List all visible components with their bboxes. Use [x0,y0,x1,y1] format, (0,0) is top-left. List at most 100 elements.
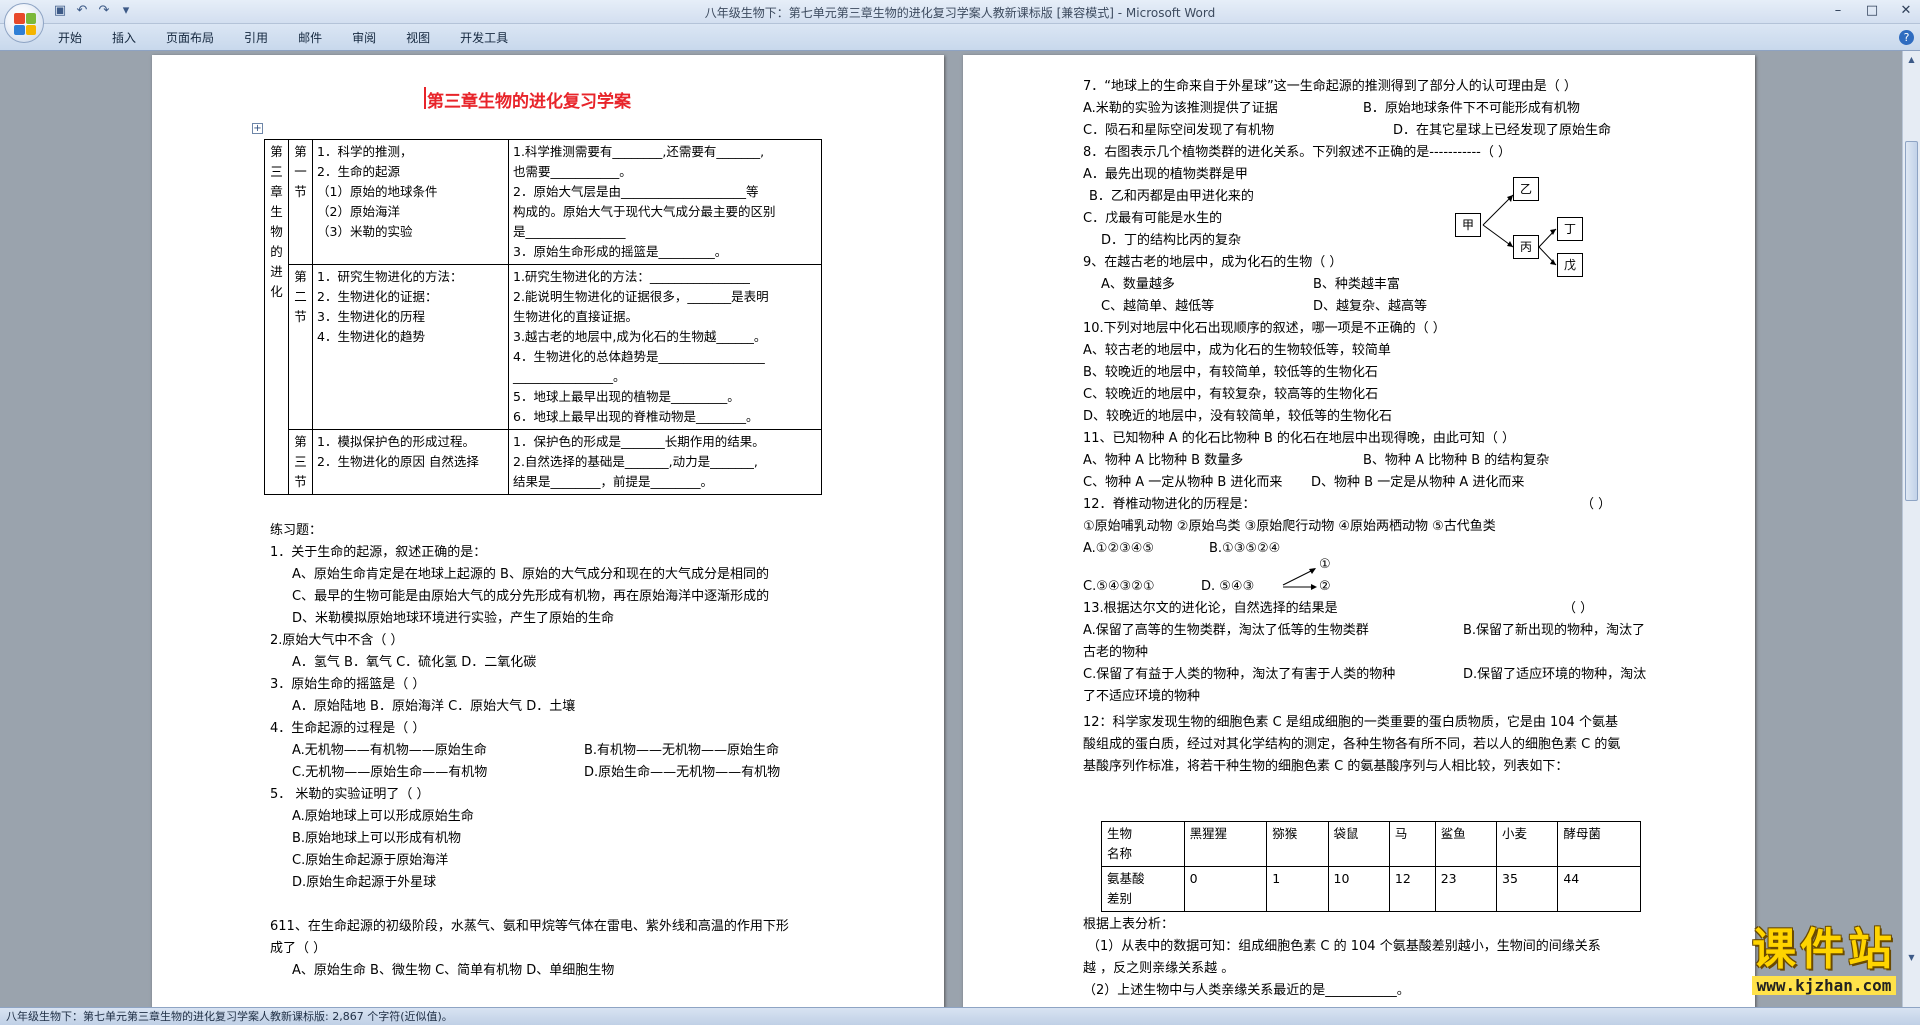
close-icon[interactable]: ✕ [1896,2,1916,20]
window-title: 八年级生物下：第七单元第三章生物的进化复习学案人教新课标版 [兼容模式] - M… [704,6,1216,20]
minimize-icon[interactable]: – [1828,2,1848,20]
analysis-line: （1）从表中的数据可知：组成细胞色素 C 的 104 个氨基酸差别越小，生物间的… [1087,939,1601,954]
branch-arrows [1282,568,1317,590]
status-bar: 八年级生物下：第七单元第三章生物的进化复习学案人教新课标版: 2,867 个字符… [0,1007,1920,1025]
option-line: B.有机物——无机物——原始生命 [584,743,780,758]
office-logo-icon [14,13,36,35]
option-line: D．在其它星球上已经发现了原始生命 [1393,123,1612,138]
table-line: 2．原始大气层是由____________________等 [513,184,759,199]
tab-page-layout[interactable]: 页面布局 [166,29,214,46]
option-line: A、较古老的地层中，成为化石的生物较低等，较简单 [1083,343,1391,358]
tab-view[interactable]: 视图 [406,29,430,46]
table-header-cell: 酵母菌 [1557,821,1641,867]
answer-bracket: （ ） [1563,601,1594,616]
question-line: 9、在越古老的地层中，成为化石的生物（ ） [1083,255,1343,270]
tab-home[interactable]: 开始 [58,29,82,46]
diagram-node-ding: 丁 [1557,217,1583,241]
section-2-questions: 1.研究生物进化的方法：________________ 2.能说明生物进化的证… [508,264,822,430]
table-line: 1.科学推测需要有________,还需要有_______, [513,144,765,159]
table-cell: 1 [1266,866,1329,912]
table-header-cell: 袋鼠 [1327,821,1390,867]
table-line: （2）原始海洋 [317,204,400,219]
question-line: 1．关于生命的起源，叙述正确的是： [270,545,487,560]
table-cell-text: 生物 [1107,826,1133,841]
tab-developer[interactable]: 开发工具 [460,29,508,46]
table-line: 5．地球上最早出现的植物是_________。 [513,389,740,404]
section-1-name: 第 一 节 [288,139,313,265]
option-line: A、原始生命肯定是在地球上起源的 B、原始的大气成分和现在的大气成分是相同的 [292,567,769,582]
option-line: D、米勒模拟原始地球环境进行实验，产生了原始的生命 [292,611,615,626]
question-line: 2.原始大气中不含（ ） [270,633,404,648]
table-header-cell: 生物 名称 [1101,821,1185,867]
table-line: 2.能说明生物进化的证据很多，_______是表明 [513,289,769,304]
text-cursor [424,87,426,109]
option-line: B．乙和丙都是由甲进化来的 [1089,189,1254,204]
option-line: D、越复杂、越高等 [1313,299,1428,314]
option-line: C.⑤④③②① [1083,579,1155,594]
table-line: 3．生物进化的历程 [317,309,425,324]
option-line: A、数量越多 [1101,277,1175,292]
tab-mailings[interactable]: 邮件 [298,29,322,46]
help-icon[interactable]: ? [1899,30,1914,45]
option-line: B.①③⑤②④ [1209,541,1281,556]
table-cell: 12 [1388,866,1436,912]
tab-insert[interactable]: 插入 [112,29,136,46]
option-line: D．丁的结构比丙的复杂 [1101,233,1242,248]
analysis-line: 根据上表分析： [1083,917,1175,932]
maximize-icon[interactable]: □ [1862,2,1882,20]
question-line: 5． 米勒的实验证明了（ ） [270,787,430,802]
vertical-scrollbar[interactable]: ▲ ▼ [1902,51,1920,1007]
section-3-topics: 1．模拟保护色的形成过程。 2．生物进化的原因 自然选择 [312,429,509,495]
option-line: A.①②③④⑤ [1083,541,1155,556]
table-cell: 44 [1557,866,1641,912]
section-char: 三 [294,454,307,469]
option-line: D. ⑤④③ [1201,579,1255,594]
analysis-line: 越 ，反之则亲缘关系越 。 [1083,961,1235,976]
table-line: 3.越古老的地层中,成为化石的生物越______。 [513,329,767,344]
option-line: B、较晚近的地层中，有较简单，较低等的生物化石 [1083,365,1378,380]
table-header-cell: 猕猴 [1266,821,1329,867]
question-line: 8．右图表示几个植物类群的进化关系。下列叙述不正确的是-----------（ … [1083,145,1512,160]
section-3-name: 第 三 节 [288,429,313,495]
title-bar: ▣ ↶ ↷ ▾ 八年级生物下：第七单元第三章生物的进化复习学案人教新课标版 [兼… [0,0,1920,24]
scroll-up-icon[interactable]: ▲ [1905,53,1918,67]
watermark-logo: 课件站 www.kjzhan.com [1752,926,1896,995]
option-line: A、原始生命 B、微生物 C、简单有机物 D、单细胞生物 [292,963,615,978]
cytochrome-table: 生物 名称 黑猩猩 猕猴 袋鼠 马 鲨鱼 小麦 酵母菌 氨基酸 差别 0 1 1… [1101,821,1641,912]
table-line: 1.研究生物进化的方法：________________ [513,269,750,284]
tab-review[interactable]: 审阅 [352,29,376,46]
chapter-char: 物 [270,224,283,239]
ribbon: 开始 插入 页面布局 引用 邮件 审阅 视图 开发工具 ? [0,24,1920,51]
document-page-1[interactable]: 第三章生物的进化复习学案 + 第 三 章 生 物 的 进 化 第 一 节 1．科… [152,55,944,1007]
table-line: 1．模拟保护色的形成过程。 [317,434,475,449]
option-line: B．原始地球条件下不可能形成有机物 [1363,101,1580,116]
chapter-char: 化 [270,284,283,299]
table-cell: 10 [1327,866,1390,912]
option-line: A.保留了高等的生物类群，淘汰了低等的生物类群 [1083,623,1369,638]
table-move-handle-icon[interactable]: + [252,123,263,134]
option-line: D.原始生命起源于外星球 [292,875,437,890]
page-title: 第三章生物的进化复习学案 [427,92,631,112]
table-line: 1．保护色的形成是_______长期作用的结果。 [513,434,765,449]
option-line: C、越简单、越低等 [1101,299,1215,314]
section-char: 一 [294,164,307,179]
table-line: 2．生物进化的原因 自然选择 [317,454,479,469]
tab-references[interactable]: 引用 [244,29,268,46]
scrollbar-thumb[interactable] [1905,141,1918,501]
option-line: D、较晚近的地层中，没有较简单，较低等的生物化石 [1083,409,1393,424]
option-line: A.无机物——有机物——原始生命 [292,743,487,758]
table-line: 结果是________，前提是________。 [513,474,714,489]
question-line: 11、已知物种 A 的化石比物种 B 的化石在地层中出现得晚，由此可知（ ） [1083,431,1516,446]
section-2-topics: 1．研究生物进化的方法： 2．生物进化的证据： 3．生物进化的历程 4．生物进化… [312,264,509,430]
table-cell: 35 [1496,866,1559,912]
table-line: （3）米勒的实验 [317,224,413,239]
document-page-2[interactable]: 7．“地球上的生命来自于外星球”这一生命起源的推测得到了部分人的认可理由是（ ）… [963,55,1755,1007]
office-button[interactable] [4,3,44,43]
section-char: 节 [294,184,307,199]
scroll-down-icon[interactable]: ▼ [1905,951,1918,965]
chapter-char: 的 [270,244,283,259]
analysis-line: （2）上述生物中与人类亲缘关系最近的是___________。 [1083,983,1410,998]
question-line: 酸组成的蛋白质，经过对其化学结构的测定，各种生物各有所不同，若以人的细胞色素 C… [1083,737,1621,752]
section-char: 第 [294,269,307,284]
option-line: C、物种 A 一定从物种 B 进化而来 [1083,475,1283,490]
